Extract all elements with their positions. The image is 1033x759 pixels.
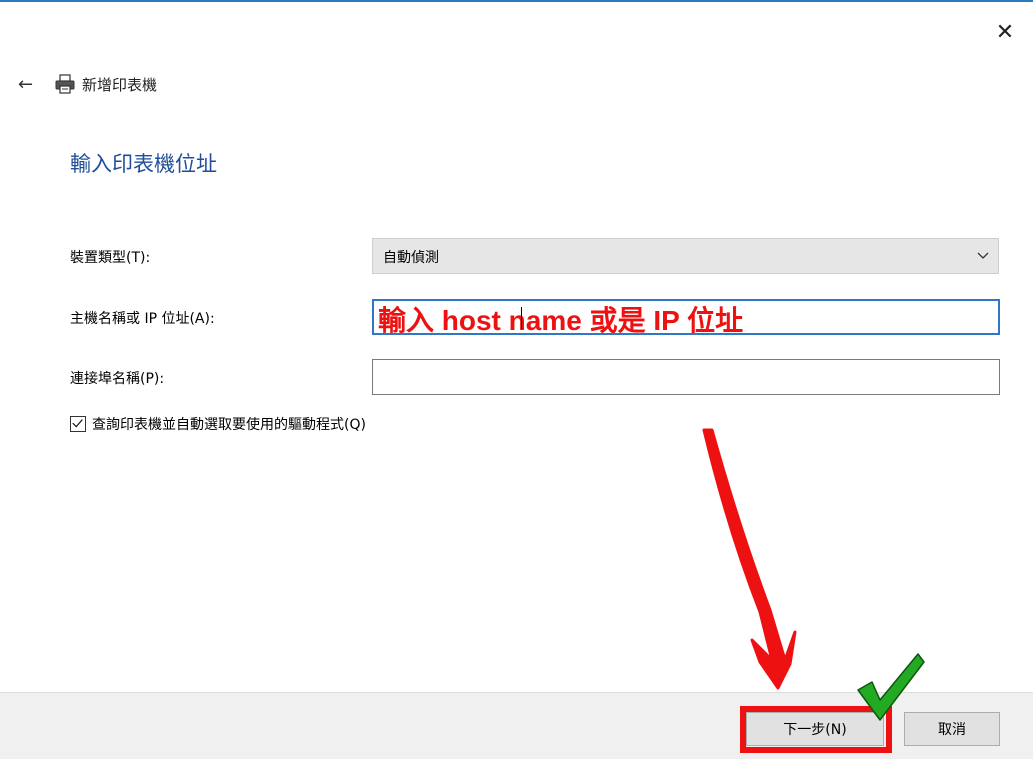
hostname-label: 主機名稱或 IP 位址(A):	[70, 311, 215, 327]
port-name-input[interactable]	[372, 359, 1000, 395]
red-arrow-icon	[702, 428, 797, 690]
checkmark-icon	[72, 419, 83, 428]
close-icon: ✕	[995, 20, 1015, 45]
device-type-select[interactable]: 自動偵測	[372, 238, 999, 274]
device-type-label: 裝置類型(T):	[70, 250, 151, 266]
nav-bar: ← 新增印表機	[18, 70, 157, 98]
window-top-border	[0, 0, 1033, 2]
port-name-label: 連接埠名稱(P):	[70, 371, 165, 387]
cancel-button[interactable]: 取消	[904, 712, 1000, 746]
back-button[interactable]: ←	[18, 74, 48, 95]
hostname-input[interactable]: 輸入 host name 或是 IP 位址	[372, 299, 1000, 336]
printer-icon	[55, 74, 75, 94]
chevron-down-icon	[977, 252, 989, 259]
page-heading: 輸入印表機位址	[70, 152, 217, 176]
device-type-value: 自動偵測	[383, 250, 439, 266]
next-button-highlight	[740, 706, 892, 753]
query-printer-checkbox[interactable]	[70, 416, 86, 432]
close-button[interactable]: ✕	[990, 18, 1020, 48]
hostname-annotation: 輸入 host name 或是 IP 位址	[378, 305, 744, 336]
query-printer-option[interactable]: 查詢印表機並自動選取要使用的驅動程式(Q)	[70, 414, 366, 434]
query-printer-label: 查詢印表機並自動選取要使用的驅動程式(Q)	[92, 417, 366, 433]
text-caret	[521, 307, 522, 329]
wizard-title: 新增印表機	[82, 75, 158, 94]
